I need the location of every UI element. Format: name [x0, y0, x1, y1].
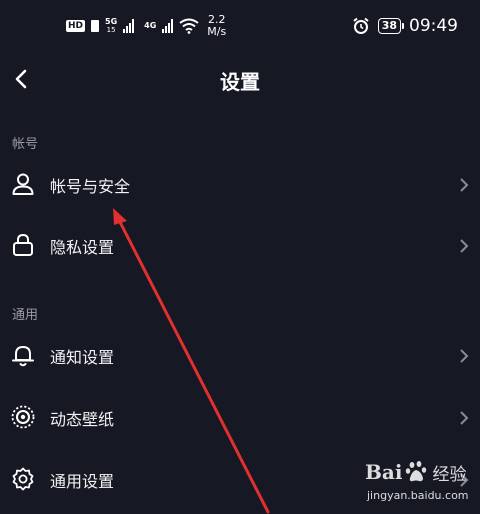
- net-speed: 2.2 M/s: [207, 14, 226, 38]
- settings-item-label: 通用设置: [50, 472, 115, 491]
- settings-item-privacy[interactable]: 隐私设置: [0, 218, 480, 274]
- section-header-account: 帐号: [12, 137, 39, 152]
- person-icon: [12, 173, 34, 195]
- baidu-watermark: Bai 经验 jingyan.baidu.com: [365, 455, 477, 511]
- net2-label: 4G: [144, 21, 157, 30]
- wifi-icon: [179, 18, 199, 34]
- status-right: 38 09:49: [352, 16, 458, 36]
- wallpaper-icon: [11, 405, 35, 429]
- signal-bars-1-icon: [123, 19, 135, 33]
- net1-sub: 15: [106, 26, 116, 34]
- status-left: HD 5G 15 4G 2.2 M/s: [66, 14, 226, 38]
- settings-item-label: 帐号与安全: [50, 177, 131, 196]
- hd-badge: HD: [66, 20, 86, 32]
- chevron-right-icon: [460, 178, 469, 192]
- battery-indicator: 38: [377, 18, 405, 34]
- section-header-general: 通用: [12, 308, 39, 323]
- settings-item-label: 通知设置: [50, 348, 115, 367]
- bell-icon: [12, 346, 34, 367]
- watermark-brand: Bai 经验: [365, 459, 466, 485]
- lock-icon: [13, 233, 33, 256]
- paw-icon: [406, 461, 427, 482]
- signal-bars-2-icon: [162, 19, 174, 33]
- watermark-brand-left: Bai: [365, 460, 403, 484]
- gear-icon: [12, 467, 34, 491]
- watermark-brand-right: 经验: [432, 464, 467, 485]
- net1-indicator: 5G 15: [105, 17, 118, 35]
- alarm-icon: [353, 17, 369, 34]
- watermark-url: jingyan.baidu.com: [367, 489, 469, 502]
- speed-unit: M/s: [207, 25, 227, 38]
- net1-label: 5G: [105, 17, 118, 26]
- nav-bar: 设置: [0, 56, 480, 104]
- sim-icon: [91, 20, 100, 32]
- settings-item-label: 动态壁纸: [50, 410, 115, 429]
- settings-item-label: 隐私设置: [50, 238, 115, 257]
- chevron-right-icon: [460, 239, 469, 253]
- settings-item-wallpaper[interactable]: 动态壁纸: [0, 390, 480, 446]
- settings-item-notifications[interactable]: 通知设置: [0, 328, 480, 384]
- status-bar: HD 5G 15 4G 2.2 M/s 38 09:49: [0, 0, 480, 50]
- clock: 09:49: [409, 16, 458, 36]
- settings-item-account-security[interactable]: 帐号与安全: [0, 157, 480, 213]
- page-title: 设置: [220, 70, 260, 94]
- chevron-right-icon: [460, 349, 469, 363]
- chevron-right-icon: [460, 411, 469, 425]
